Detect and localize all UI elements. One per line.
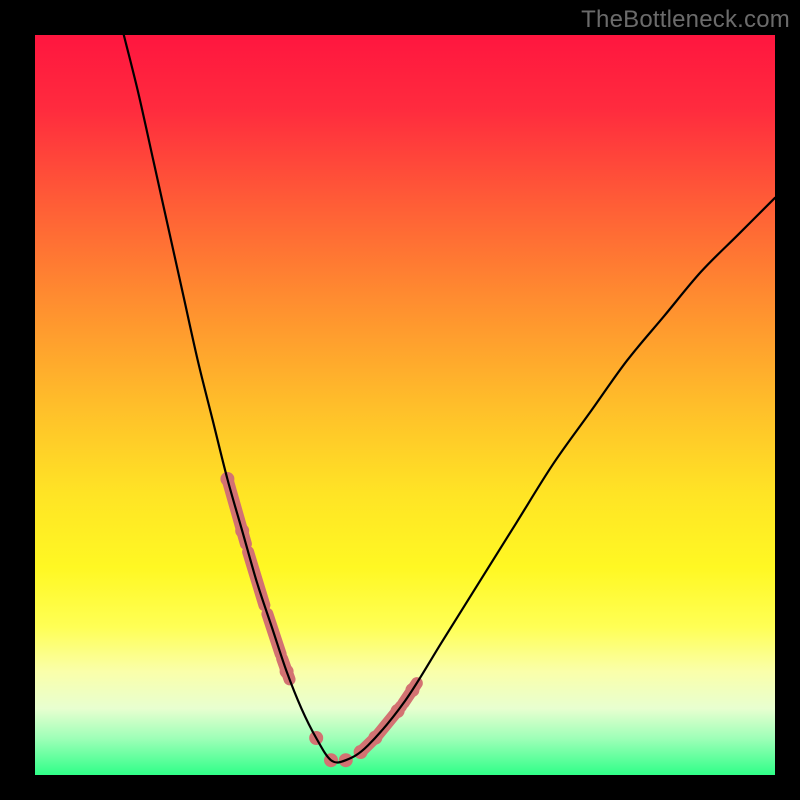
watermark-text: TheBottleneck.com (581, 6, 790, 34)
chart-svg (35, 35, 775, 775)
plot-area (35, 35, 775, 775)
gradient-background (35, 35, 775, 775)
chart-stage: TheBottleneck.com (0, 0, 800, 800)
